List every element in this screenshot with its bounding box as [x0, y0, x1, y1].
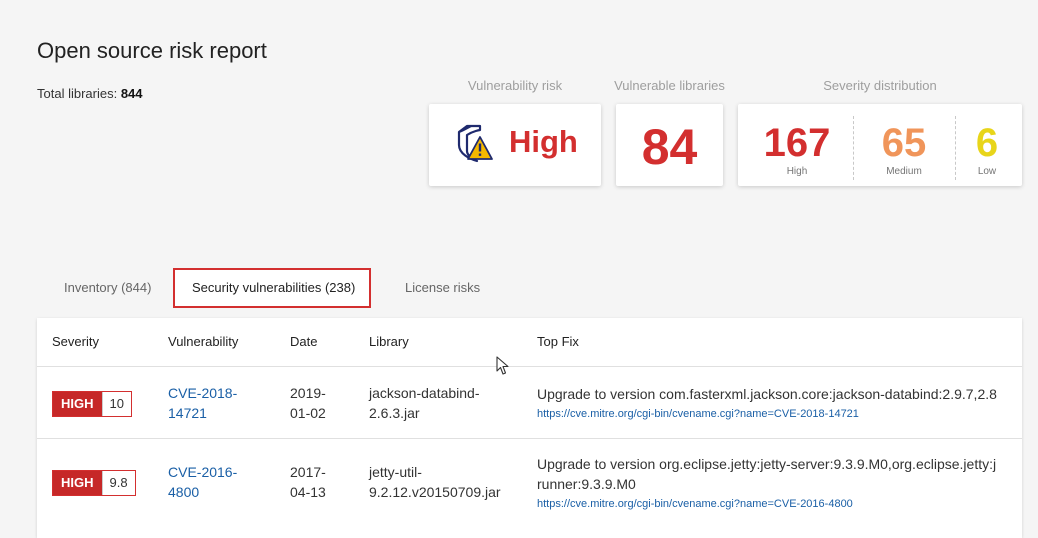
- column-header-top-fix[interactable]: Top Fix: [537, 334, 579, 349]
- vulnerability-link[interactable]: CVE-2016- 4800: [168, 462, 237, 502]
- vulnerabilities-table: Severity Vulnerability Date Library Top …: [37, 318, 1022, 538]
- top-fix-cell: Upgrade to version org.eclipse.jetty:jet…: [537, 454, 1022, 514]
- library-cell: jetty-util- 9.2.12.v20150709.jar: [369, 462, 501, 502]
- library-cell: jackson-databind- 2.6.3.jar: [369, 383, 480, 423]
- top-fix-cell: Upgrade to version com.fasterxml.jackson…: [537, 384, 1022, 424]
- date-part1: 2019-: [290, 385, 326, 401]
- severity-low: 6 Low: [955, 104, 1019, 186]
- vulnerability-risk-value: High: [509, 124, 578, 159]
- severity-badge-score: 9.8: [101, 471, 135, 495]
- severity-badge: HIGH 10: [52, 391, 132, 417]
- vulnerable-libraries-value: 84: [641, 119, 698, 175]
- total-libraries-value: 844: [120, 86, 143, 101]
- column-header-date[interactable]: Date: [290, 334, 317, 349]
- vulnerability-risk-label: Vulnerability risk: [467, 78, 563, 93]
- top-fix-text: Upgrade to version org.eclipse.jetty:jet…: [537, 456, 997, 472]
- top-fix-link[interactable]: https://cve.mitre.org/cgi-bin/cvename.cg…: [537, 494, 1022, 514]
- severity-high-label: High: [786, 166, 808, 177]
- severity-low-count: 6: [975, 121, 999, 165]
- shield-warning-icon: [457, 124, 493, 163]
- severity-badge-level: HIGH: [53, 471, 102, 495]
- tab-license-risks[interactable]: License risks: [405, 280, 480, 295]
- date-cell: 2017- 04-13: [290, 462, 326, 502]
- tab-security-vulnerabilities[interactable]: Security vulnerabilities (238): [192, 280, 355, 295]
- severity-distribution-card: 167 High 65 Medium 6 Low: [738, 104, 1022, 186]
- library-part1: jetty-util-: [369, 464, 422, 480]
- library-part2: 2.6.3.jar: [369, 405, 420, 421]
- severity-badge-score: 10: [101, 392, 131, 416]
- column-header-vulnerability[interactable]: Vulnerability: [168, 334, 238, 349]
- library-part1: jackson-databind-: [369, 385, 480, 401]
- row-divider: [37, 366, 1022, 367]
- date-cell: 2019- 01-02: [290, 383, 326, 423]
- total-libraries: Total libraries: 844: [37, 86, 143, 101]
- row-divider: [37, 438, 1022, 439]
- tab-inventory[interactable]: Inventory (844): [64, 280, 151, 295]
- vulnerable-libraries-card: 84: [616, 104, 723, 186]
- vulnerable-libraries-label: Vulnerable libraries: [614, 78, 725, 93]
- vulnerability-link[interactable]: CVE-2018- 14721: [168, 383, 237, 423]
- column-header-library[interactable]: Library: [369, 334, 409, 349]
- column-header-severity[interactable]: Severity: [52, 334, 99, 349]
- severity-badge: HIGH 9.8: [52, 470, 136, 496]
- top-fix-link[interactable]: https://cve.mitre.org/cgi-bin/cvename.cg…: [537, 404, 1022, 424]
- severity-low-label: Low: [977, 166, 997, 177]
- date-part2: 04-13: [290, 484, 326, 500]
- mouse-cursor-icon: [496, 356, 509, 375]
- vulnerability-id-part1: CVE-2016-: [168, 464, 238, 480]
- vulnerability-id-part2: 4800: [168, 484, 200, 500]
- vulnerability-id-part2: 14721: [168, 405, 207, 421]
- vulnerability-id-part1: CVE-2018-: [168, 385, 238, 401]
- vulnerability-risk-card: High: [429, 104, 601, 186]
- severity-high-count: 167: [763, 121, 831, 165]
- total-libraries-label: Total libraries:: [37, 86, 118, 101]
- severity-badge-level: HIGH: [53, 392, 102, 416]
- severity-medium: 65 Medium: [853, 104, 955, 186]
- date-part2: 01-02: [290, 405, 326, 421]
- top-fix-text-continued: runner:9.3.9.M0: [537, 476, 636, 492]
- library-part2: 9.2.12.v20150709.jar: [369, 484, 501, 500]
- page-title: Open source risk report: [37, 38, 267, 63]
- date-part1: 2017-: [290, 464, 326, 480]
- severity-medium-label: Medium: [886, 166, 922, 177]
- severity-medium-count: 65: [881, 121, 927, 165]
- top-fix-text: Upgrade to version com.fasterxml.jackson…: [537, 386, 997, 402]
- severity-distribution-label: Severity distribution: [823, 78, 937, 93]
- severity-high: 167 High: [738, 104, 856, 186]
